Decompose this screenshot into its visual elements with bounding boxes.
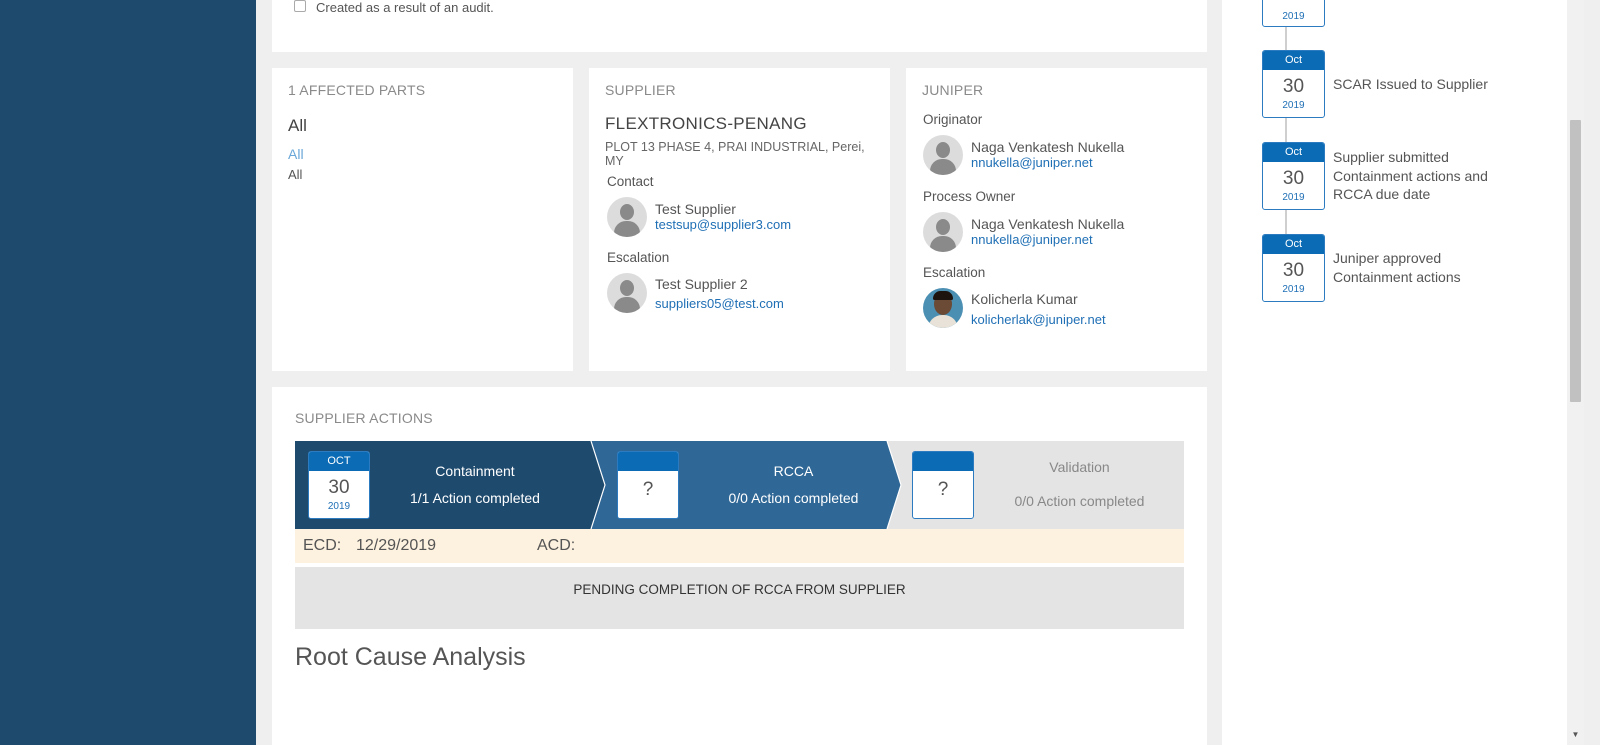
avatar [923,135,963,175]
acd-label: ACD: [537,537,576,554]
process-owner-label: Process Owner [923,189,1016,204]
supplier-escalation-label: Escalation [607,250,670,265]
calendar-question: ? [937,479,949,500]
timeline-calendar-icon: Oct 30 2019 [1262,50,1325,118]
supplier-title: SUPPLIER [605,82,676,98]
affected-parts-card: 1 AFFECTED PARTS All All All [272,68,573,371]
pending-status-banner: PENDING COMPLETION OF RCCA FROM SUPPLIER [295,567,1184,629]
calendar-year: 2019 [1282,192,1305,203]
supplier-escalation: Test Supplier 2 suppliers05@test.com [607,273,784,313]
originator-email-link[interactable]: nnukella@juniper.net [971,155,1124,170]
juniper-card: JUNIPER Originator Naga Venkatesh Nukell… [906,68,1207,371]
audit-row: Created as a result of an audit. [294,0,494,15]
escalation-email-link[interactable]: suppliers05@test.com [655,296,784,311]
calendar-day: 30 [1282,76,1305,97]
timeline-event-text: Juniper approved Containment actions [1333,250,1461,285]
calendar-year: 2019 [1282,11,1305,22]
juniper-escalation: Kolicherla Kumar kolicherlak@juniper.net [923,288,1106,328]
avatar [923,212,963,252]
juniper-escalation-name: Kolicherla Kumar [971,291,1078,307]
left-navigation [0,0,256,745]
timeline-event-text: SCAR Issued to Supplier [1333,76,1488,92]
avatar [607,273,647,313]
step-rcca[interactable]: ? RCCA 0/0 Action completed [591,441,901,529]
audit-checkbox[interactable] [294,0,306,12]
calendar-placeholder-icon: ? [617,451,679,519]
step-containment[interactable]: OCT 30 2019 Containment 1/1 Action compl… [295,441,605,529]
calendar-question: ? [642,479,654,500]
step-status: 0/0 Action completed [728,490,859,506]
step-status: 0/0 Action completed [1014,493,1145,509]
step-title: Containment [435,463,515,479]
ecd-label: ECD: [303,537,342,554]
supplier-actions-card: SUPPLIER ACTIONS OCT 30 2019 Containment… [272,387,1207,745]
juniper-escalation-label: Escalation [923,265,986,280]
calendar-day: 30 [1282,168,1305,189]
avatar-photo [923,288,963,328]
actions-stepper: OCT 30 2019 Containment 1/1 Action compl… [295,441,1184,529]
originator: Naga Venkatesh Nukella nnukella@juniper.… [923,135,1124,175]
contact-email-link[interactable]: testsup@supplier3.com [655,217,791,232]
calendar-month: OCT [309,452,369,471]
calendar-day: 30 [328,477,350,498]
supplier-name: FLEXTRONICS-PENANG [605,114,807,133]
contact-name: Test Supplier [655,201,736,217]
calendar-icon: OCT 30 2019 [308,451,370,519]
step-divider [590,441,606,529]
supplier-contact: Test Supplier testsup@supplier3.com [607,197,791,237]
supplier-card: SUPPLIER FLEXTRONICS-PENANG PLOT 13 PHAS… [589,68,890,371]
affected-parts-link[interactable]: All [288,146,304,162]
juniper-title: JUNIPER [922,82,984,98]
supplier-address: PLOT 13 PHASE 4, PRAI INDUSTRIAL, Perei,… [605,140,865,168]
calendar-month: Oct [1263,143,1324,162]
step-validation[interactable]: ? Validation 0/0 Action completed [887,441,1184,529]
timeline-event-text: Supplier submitted Containment actions a… [1333,149,1488,202]
affected-parts-title: 1 AFFECTED PARTS [288,82,426,98]
escalation-name: Test Supplier 2 [655,276,748,292]
calendar-year: 2019 [1282,284,1305,295]
audit-card: Created as a result of an audit. [272,0,1207,52]
timeline-calendar-icon: Oct 30 2019 [1262,234,1325,302]
audit-label: Created as a result of an audit. [316,0,494,15]
owner-email-link[interactable]: nnukella@juniper.net [971,232,1124,247]
calendar-year: 2019 [327,501,351,512]
scrollbar-thumb[interactable] [1570,120,1581,402]
pending-status-text: PENDING COMPLETION OF RCCA FROM SUPPLIER [573,582,906,597]
calendar-month: Oct [1263,235,1324,254]
juniper-escalation-email-link[interactable]: kolicherlak@juniper.net [971,312,1106,327]
step-divider [886,441,902,529]
step-title: Validation [1049,459,1110,475]
calendar-header [618,452,678,471]
owner-name: Naga Venkatesh Nukella [971,216,1125,232]
affected-parts-sub: All [288,167,303,182]
affected-parts-value: All [288,116,307,135]
process-owner: Naga Venkatesh Nukella nnukella@juniper.… [923,212,1124,252]
scroll-down-arrow-icon[interactable]: ▼ [1570,730,1581,740]
calendar-header [913,452,973,471]
calendar-day [1263,0,1324,3]
ecd-value: 12/29/2019 [356,537,437,554]
avatar [607,197,647,237]
timeline-calendar-icon: 2019 [1262,0,1325,27]
step-status: 1/1 Action completed [410,490,540,506]
timeline-calendar-icon: Oct 30 2019 [1262,142,1325,210]
timeline-line [1285,0,1287,270]
calendar-year: 2019 [1282,100,1305,111]
calendar-month: Oct [1263,51,1324,70]
main-content: Created as a result of an audit. 1 AFFEC… [256,0,1222,745]
originator-label: Originator [923,112,983,127]
step-title: RCCA [773,463,814,479]
root-cause-analysis-heading: Root Cause Analysis [295,643,526,671]
calendar-placeholder-icon: ? [912,451,974,519]
calendar-day: 30 [1282,260,1305,281]
supplier-actions-title: SUPPLIER ACTIONS [295,410,433,426]
supplier-contact-label: Contact [607,174,654,189]
originator-name: Naga Venkatesh Nukella [971,139,1125,155]
ecd-acd-bar: ECD: 12/29/2019 ACD: [295,529,1184,563]
